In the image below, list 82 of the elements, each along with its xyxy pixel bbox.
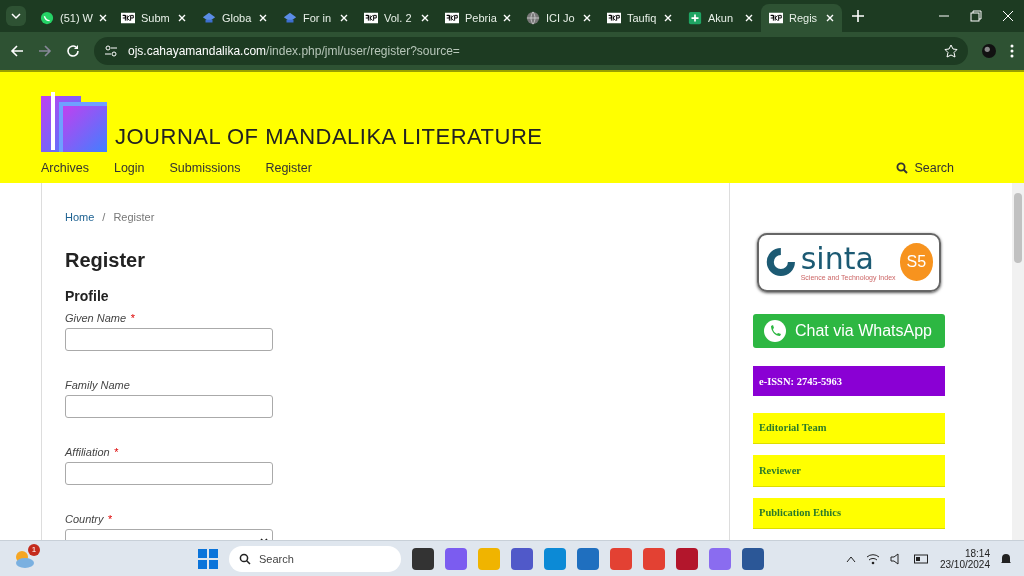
required-mark: * [113, 446, 118, 458]
close-icon[interactable] [178, 14, 186, 22]
phone-bubble-icon [763, 319, 787, 344]
scrollbar[interactable] [1012, 183, 1024, 540]
close-icon[interactable] [745, 14, 753, 22]
address-bar[interactable]: ojs.cahayamandalika.com/index.php/jml/user/register?source= [94, 37, 968, 65]
field-label: Affiliation [65, 446, 110, 458]
bookmark-star-icon[interactable] [944, 44, 958, 58]
search-link[interactable]: Search [896, 160, 954, 175]
browser-tab[interactable]: Akun [680, 4, 761, 32]
close-icon[interactable] [340, 14, 348, 22]
breadcrumb-separator: / [102, 211, 106, 223]
browser-tab[interactable]: For in [275, 4, 356, 32]
taskbar-app-icon[interactable] [511, 547, 533, 570]
taskbar-app-icon[interactable] [412, 547, 434, 570]
section-title: Profile [65, 288, 110, 304]
profile-avatar-icon[interactable] [982, 44, 996, 58]
start-windows-icon[interactable] [198, 548, 218, 569]
document-logo-icon [769, 11, 783, 25]
chevron-up-icon[interactable] [845, 554, 856, 563]
search-icon [239, 552, 251, 565]
globe-icon [526, 11, 540, 25]
browser-tab[interactable]: ICI Jo [518, 4, 599, 32]
restore-icon[interactable] [970, 10, 982, 22]
nav-link[interactable]: Submissions [169, 160, 241, 175]
graduation-cap-icon [283, 11, 297, 25]
breadcrumb-current: Register [113, 211, 155, 223]
input-field[interactable] [65, 328, 273, 351]
browser-tab[interactable]: Taufiq [599, 4, 680, 32]
input-field[interactable] [65, 395, 273, 418]
plus-sheet-icon [688, 11, 702, 25]
sidebar-link[interactable]: Publication Ethics [753, 497, 945, 529]
issn-banner: e-ISSN: 2745-5963 [753, 366, 945, 396]
new-tab-plus-icon[interactable] [852, 10, 864, 22]
tab-list-button[interactable] [6, 6, 26, 26]
taskbar-clock[interactable]: 18:14 23/10/2024 [939, 547, 990, 570]
browser-tab[interactable]: Subm [113, 4, 194, 32]
graduation-cap-icon [202, 11, 216, 25]
document-logo-icon [364, 11, 378, 25]
battery-icon[interactable] [913, 553, 930, 564]
browser-tab[interactable]: Regis [761, 4, 842, 32]
close-icon[interactable] [664, 14, 672, 22]
document-logo-icon [445, 11, 459, 25]
field-label: Family Name [65, 379, 130, 391]
close-icon[interactable] [259, 14, 267, 22]
forward-arrow-icon[interactable] [38, 44, 52, 58]
wifi-icon[interactable] [865, 552, 880, 565]
nav-link[interactable]: Archives [41, 160, 89, 175]
close-icon[interactable] [99, 14, 107, 22]
nav-link[interactable]: Register [265, 160, 312, 175]
close-icon[interactable] [826, 14, 834, 22]
search-icon[interactable] [896, 161, 909, 174]
browser-tab[interactable]: Pebria [437, 4, 518, 32]
sidebar-link[interactable]: Editorial Team [753, 412, 945, 445]
required-mark: * [130, 312, 135, 324]
journal-title[interactable]: JOURNAL OF MANDALIKA LITERATURE [115, 124, 543, 150]
breadcrumb-link[interactable]: Home [65, 211, 95, 223]
taskbar-app-icon[interactable] [742, 547, 764, 570]
more-menu-icon[interactable] [1010, 44, 1014, 58]
browser-tab[interactable]: Vol. 2 [356, 4, 437, 32]
sidebar-link[interactable]: Reviewer [753, 455, 945, 487]
nav-link[interactable]: Login [113, 160, 145, 175]
chat-bubble-icon [40, 11, 54, 25]
bell-icon[interactable] [1000, 551, 1012, 566]
reload-icon[interactable] [66, 44, 80, 58]
back-arrow-icon[interactable] [10, 44, 24, 58]
browser-tab[interactable]: (51) W [32, 4, 113, 32]
document-logo-icon [121, 11, 135, 25]
required-mark: * [107, 513, 112, 525]
site-settings-icon[interactable] [104, 44, 118, 58]
close-icon[interactable] [583, 14, 591, 22]
field-label: Given Name [65, 312, 127, 324]
input-field[interactable] [65, 462, 273, 485]
field-label: Country [65, 513, 104, 525]
browser-tab[interactable]: Globa [194, 4, 275, 32]
close-icon[interactable] [1002, 10, 1014, 22]
taskbar-search-field[interactable]: Search [229, 545, 401, 572]
close-icon[interactable] [421, 14, 429, 22]
taskbar-app-icon[interactable] [676, 547, 698, 570]
close-icon[interactable] [502, 14, 511, 22]
page-title: Register [65, 249, 147, 272]
document-logo-icon [607, 11, 621, 25]
